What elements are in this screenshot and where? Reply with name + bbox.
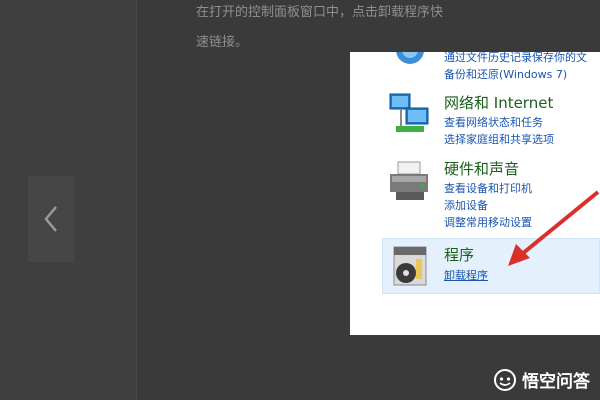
network-monitors-icon (389, 93, 429, 132)
network-link-status[interactable]: 查看网络状态和任务 (444, 114, 543, 130)
article-text: 在打开的控制面板窗口中，点击卸载程序快 速链接。 (196, 0, 496, 58)
gutter-divider (136, 0, 137, 400)
printer-icon (390, 161, 428, 200)
watermark: 悟空问答 (494, 367, 590, 392)
hardware-link-add-device[interactable]: 添加设备 (444, 197, 488, 213)
previous-image-button[interactable] (28, 176, 74, 262)
system-security-icon (396, 52, 424, 64)
category-title[interactable]: 硬件和声音 (444, 158, 519, 179)
program-disc-icon (393, 246, 427, 286)
network-link-homegroup[interactable]: 选择家庭组和共享选项 (444, 131, 554, 147)
backup-link-windows7[interactable]: 备份和还原(Windows 7) (444, 66, 567, 82)
watermark-text: 悟空问答 (522, 372, 590, 392)
chevron-left-icon (44, 206, 57, 232)
backup-link-file-history[interactable]: 通过文件历史记录保存你的文 (444, 52, 587, 65)
category-title[interactable]: 程序 (444, 244, 474, 265)
category-title[interactable]: 网络和 Internet (444, 92, 553, 113)
programs-link-uninstall[interactable]: 卸载程序 (444, 267, 488, 283)
red-arrow-annotation (508, 190, 600, 266)
wukong-logo-icon (494, 368, 516, 391)
article-line: 在打开的控制面板窗口中，点击卸载程序快 (196, 5, 444, 20)
